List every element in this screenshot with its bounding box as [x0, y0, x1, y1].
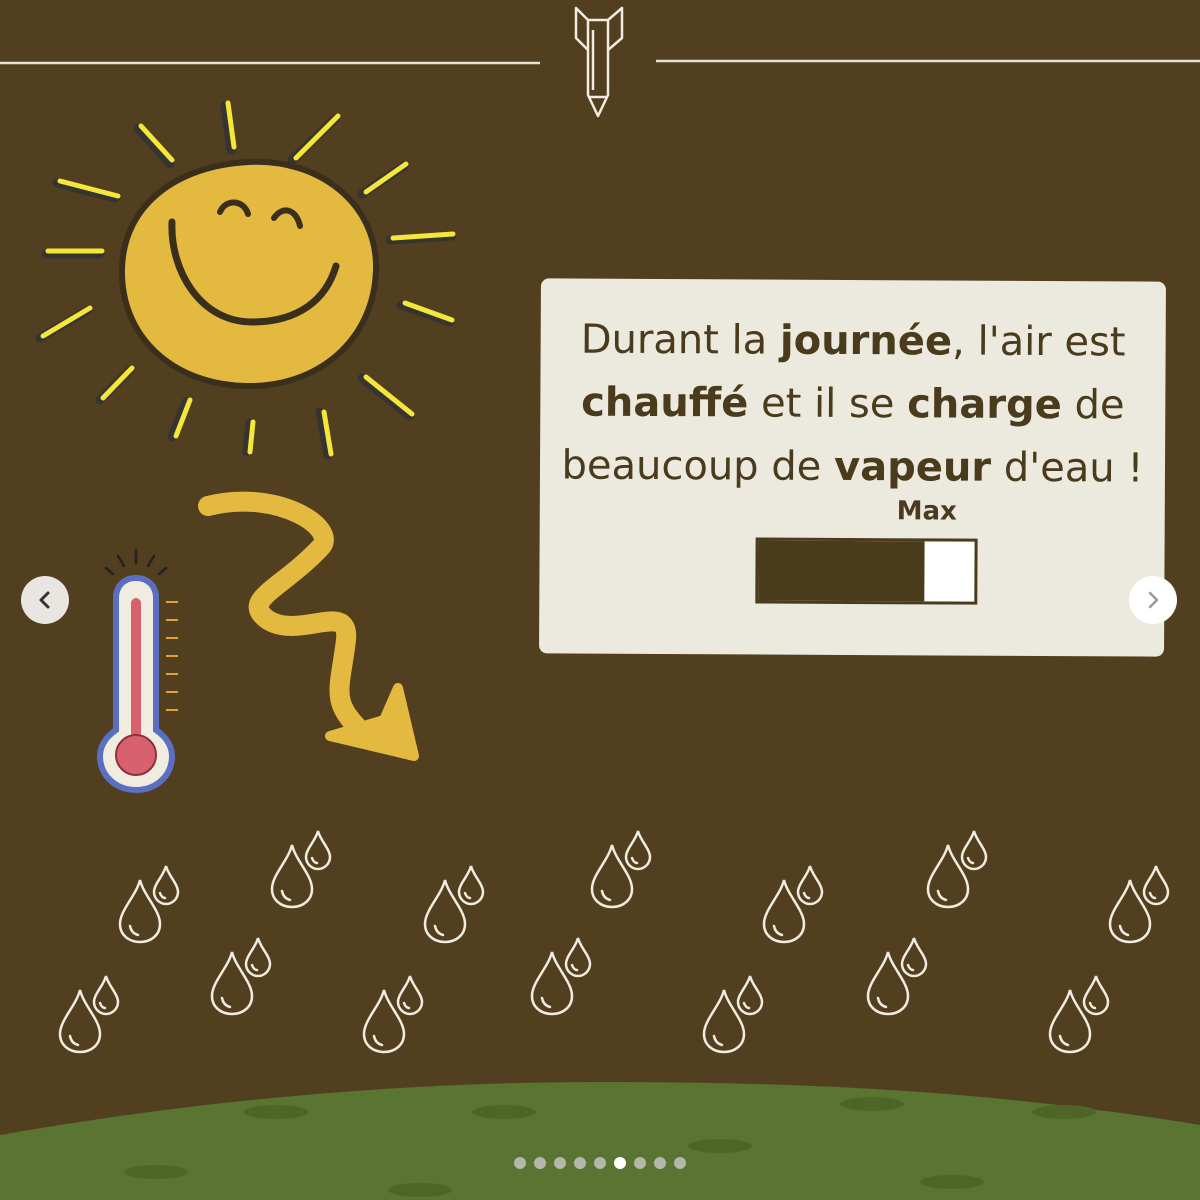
meter-label: Max [896, 496, 957, 527]
carousel-dot[interactable] [614, 1157, 626, 1169]
carousel-dot[interactable] [534, 1157, 546, 1169]
carousel-indicator [0, 1157, 1200, 1171]
info-line-2: chauffé et il se charge de [581, 379, 1125, 429]
carousel-dot[interactable] [674, 1157, 686, 1169]
carousel-dot[interactable] [634, 1157, 646, 1169]
vapor-level-fill [758, 540, 925, 602]
water-drops-icon [58, 829, 1170, 1054]
rocket-icon [574, 6, 624, 118]
carousel-prev-button[interactable] [21, 576, 69, 624]
info-card: Durant la journée, l'air est chauffé et … [539, 278, 1166, 657]
info-line-3: beaucoup de vapeur d'eau ! [561, 442, 1144, 492]
vapor-level-meter [755, 537, 978, 605]
smiling-sun-icon [35, 100, 457, 460]
thermometer-icon [96, 548, 178, 794]
info-line-1: Durant la journée, l'air est [580, 316, 1126, 366]
zigzag-arrow-icon [198, 491, 419, 761]
chevron-left-icon [39, 591, 50, 609]
carousel-dot[interactable] [594, 1157, 606, 1169]
grass-hill [0, 1082, 1200, 1200]
carousel-dot[interactable] [654, 1157, 666, 1169]
carousel-next-button[interactable] [1129, 576, 1177, 624]
carousel-dot[interactable] [574, 1157, 586, 1169]
carousel-dot[interactable] [514, 1157, 526, 1169]
carousel-dot[interactable] [554, 1157, 566, 1169]
info-text: Durant la journée, l'air est chauffé et … [540, 308, 1166, 500]
chevron-right-icon [1148, 591, 1159, 609]
